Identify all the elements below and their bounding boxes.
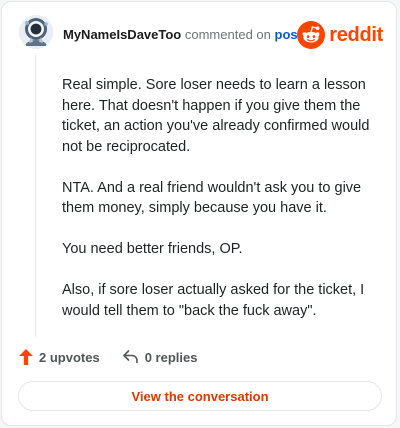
comment-paragraph: Real simple. Sore loser needs to learn a… <box>62 77 370 155</box>
commented-on-text: commented on <box>184 27 271 42</box>
username[interactable]: MyNameIsDaveToo <box>63 27 181 42</box>
upvote-metric[interactable]: 2 upvotes <box>19 349 100 365</box>
upvotes-count: 2 upvotes <box>39 349 100 365</box>
reddit-logo-icon <box>297 21 326 49</box>
reddit-brand[interactable]: reddit <box>297 21 383 49</box>
comment-footer: 2 upvotes 0 replies <box>19 346 197 368</box>
comment-header: MyNameIsDaveToo commented on post reddit <box>2 2 398 66</box>
comment-card: MyNameIsDaveToo commented on post reddit <box>1 1 397 426</box>
comment-body: Real simple. Sore loser needs to learn a… <box>62 75 380 342</box>
comment-paragraph: Also, if sore loser actually asked for t… <box>62 282 365 319</box>
thread-line <box>35 55 36 337</box>
astronaut-avatar-icon <box>19 15 53 49</box>
reddit-comment-embed: MyNameIsDaveToo commented on post reddit <box>0 0 400 428</box>
view-conversation-button[interactable]: View the conversation <box>18 381 382 411</box>
user-avatar[interactable] <box>19 15 53 49</box>
reply-metric[interactable]: 0 replies <box>122 349 198 365</box>
reddit-wordmark: reddit <box>329 24 383 46</box>
comment-paragraph: You need better friends, OP. <box>62 241 243 257</box>
replies-count: 0 replies <box>144 349 198 365</box>
upvote-arrow-icon <box>19 349 33 365</box>
reply-icon <box>122 350 138 364</box>
comment-byline: MyNameIsDaveToo commented on post <box>63 25 302 45</box>
comment-paragraph: NTA. And a real friend wouldn't ask you … <box>62 179 362 217</box>
